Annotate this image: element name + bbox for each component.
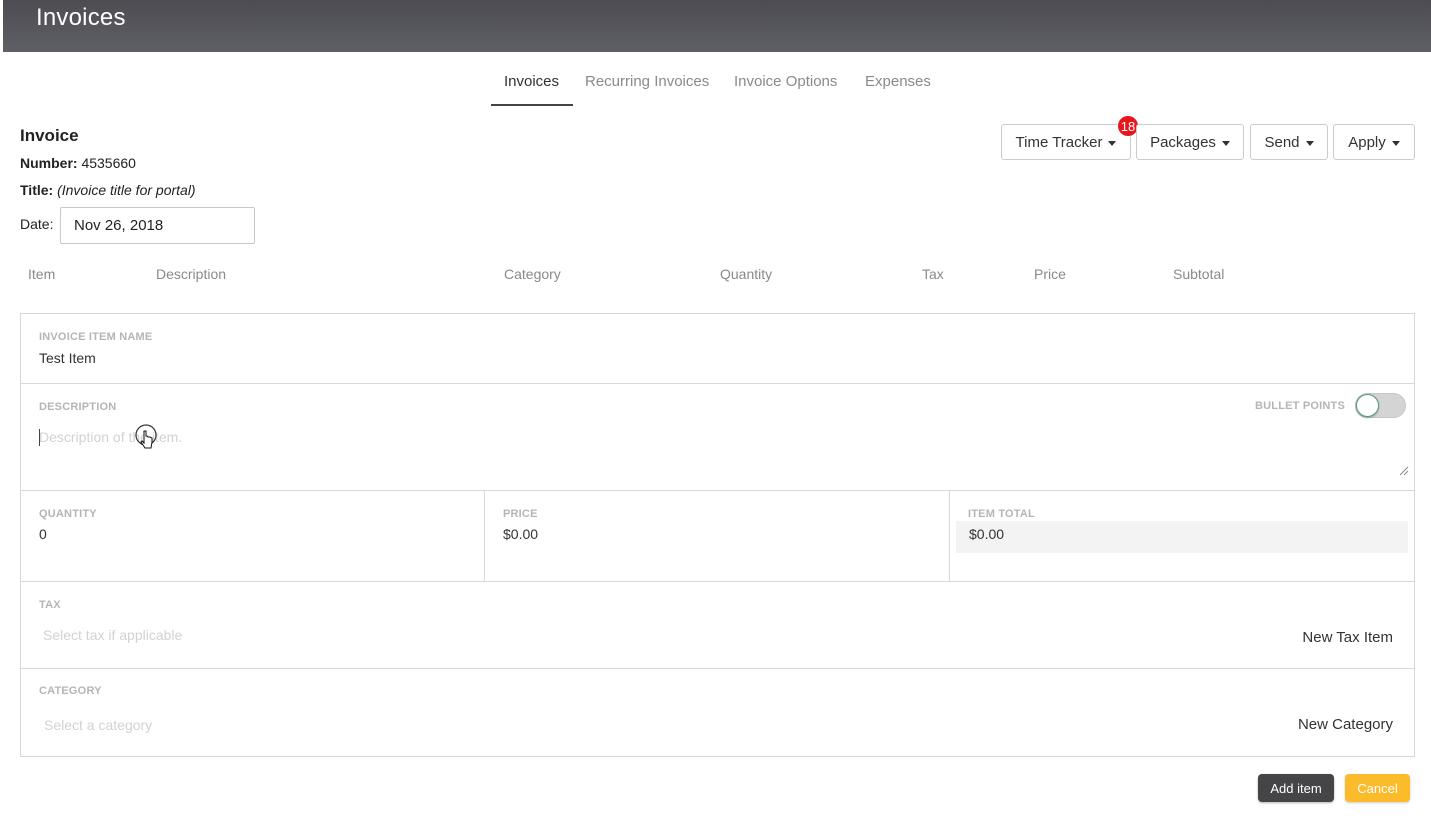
- column-header-tax: Tax: [922, 266, 944, 282]
- new-category-link[interactable]: New Category: [1298, 716, 1393, 733]
- tab-expenses[interactable]: Expenses: [865, 73, 931, 90]
- item-total-value: $0.00: [969, 526, 1005, 542]
- tab-invoice-options[interactable]: Invoice Options: [734, 73, 837, 90]
- invoice-number: Number: 4535660: [20, 155, 136, 171]
- page-title: Invoices: [36, 4, 126, 31]
- invoice-title-value[interactable]: (Invoice title for portal): [57, 182, 196, 198]
- category-select[interactable]: Select a category: [44, 717, 152, 733]
- apply-label: Apply: [1348, 133, 1386, 151]
- column-header-quantity: Quantity: [720, 266, 773, 282]
- invoice-title: Title: (Invoice title for portal): [20, 182, 196, 198]
- active-tab-indicator: [491, 104, 573, 106]
- add-item-button[interactable]: Add item: [1258, 774, 1334, 802]
- new-tax-item-link[interactable]: New Tax Item: [1302, 629, 1393, 646]
- packages-button[interactable]: Packages: [1136, 124, 1244, 160]
- item-name-label: INVOICE ITEM NAME: [39, 331, 153, 343]
- description-label: DESCRIPTION: [39, 401, 117, 413]
- chevron-down-icon: [1305, 140, 1314, 146]
- tab-invoices[interactable]: Invoices: [504, 73, 559, 90]
- quantity-label: QUANTITY: [39, 508, 97, 520]
- item-name-value[interactable]: Test Item: [39, 350, 96, 366]
- bullet-points-toggle[interactable]: [1355, 393, 1406, 418]
- cancel-button[interactable]: Cancel: [1345, 774, 1410, 802]
- amounts-row: QUANTITY 0 PRICE $0.00 ITEM TOTAL $0.00: [21, 491, 1414, 582]
- chevron-down-icon: [1391, 140, 1400, 146]
- invoice-heading: Invoice: [20, 126, 79, 146]
- invoice-title-label: Title:: [20, 182, 54, 198]
- date-label: Date:: [20, 216, 54, 232]
- divider: [484, 491, 485, 581]
- category-label: CATEGORY: [39, 685, 102, 697]
- quantity-input[interactable]: 0: [39, 526, 47, 542]
- item-name-field[interactable]: INVOICE ITEM NAME Test Item: [21, 314, 1414, 384]
- resize-grip-icon[interactable]: [1399, 466, 1409, 476]
- apply-button[interactable]: Apply: [1333, 124, 1415, 160]
- time-tracker-label: Time Tracker: [1015, 133, 1103, 151]
- category-field: CATEGORY Select a category New Category: [21, 669, 1414, 756]
- column-header-subtotal: Subtotal: [1173, 266, 1225, 282]
- invoice-item-form: INVOICE ITEM NAME Test Item DESCRIPTION …: [20, 313, 1415, 757]
- tax-select[interactable]: Select tax if applicable: [43, 627, 182, 643]
- column-header-category: Category: [504, 266, 561, 282]
- price-input[interactable]: $0.00: [503, 526, 538, 542]
- send-button[interactable]: Send: [1250, 124, 1328, 160]
- price-label: PRICE: [503, 508, 538, 520]
- column-header-description: Description: [156, 266, 227, 282]
- divider: [949, 491, 950, 581]
- hand-pointer-icon: [135, 424, 157, 449]
- item-total-box: [956, 521, 1408, 553]
- packages-label: Packages: [1150, 133, 1216, 151]
- tab-recurring-invoices[interactable]: Recurring Invoices: [585, 73, 709, 90]
- send-label: Send: [1264, 133, 1300, 151]
- date-input[interactable]: [60, 207, 255, 244]
- description-field[interactable]: DESCRIPTION BULLET POINTS Description of…: [21, 384, 1414, 491]
- invoice-number-value: 4535660: [81, 155, 136, 171]
- invoice-number-label: Number:: [20, 155, 78, 171]
- toggle-knob: [1356, 394, 1379, 417]
- bullet-points-label: BULLET POINTS: [1255, 400, 1345, 412]
- description-textarea[interactable]: Description of the item.: [39, 429, 182, 445]
- chevron-down-icon: [1221, 140, 1230, 146]
- time-tracker-button[interactable]: Time Tracker: [1001, 124, 1131, 160]
- tax-label: TAX: [39, 599, 61, 611]
- tax-field: TAX Select tax if applicable New Tax Ite…: [21, 582, 1414, 669]
- tab-bar: Invoices Recurring Invoices Invoice Opti…: [0, 60, 1431, 106]
- column-header-item: Item: [28, 266, 56, 282]
- chevron-down-icon: [1108, 140, 1117, 146]
- app-header: Invoices: [3, 0, 1431, 52]
- invoice-heading-text: Invoice: [20, 126, 79, 145]
- column-header-price: Price: [1034, 266, 1066, 282]
- item-total-label: ITEM TOTAL: [968, 508, 1035, 520]
